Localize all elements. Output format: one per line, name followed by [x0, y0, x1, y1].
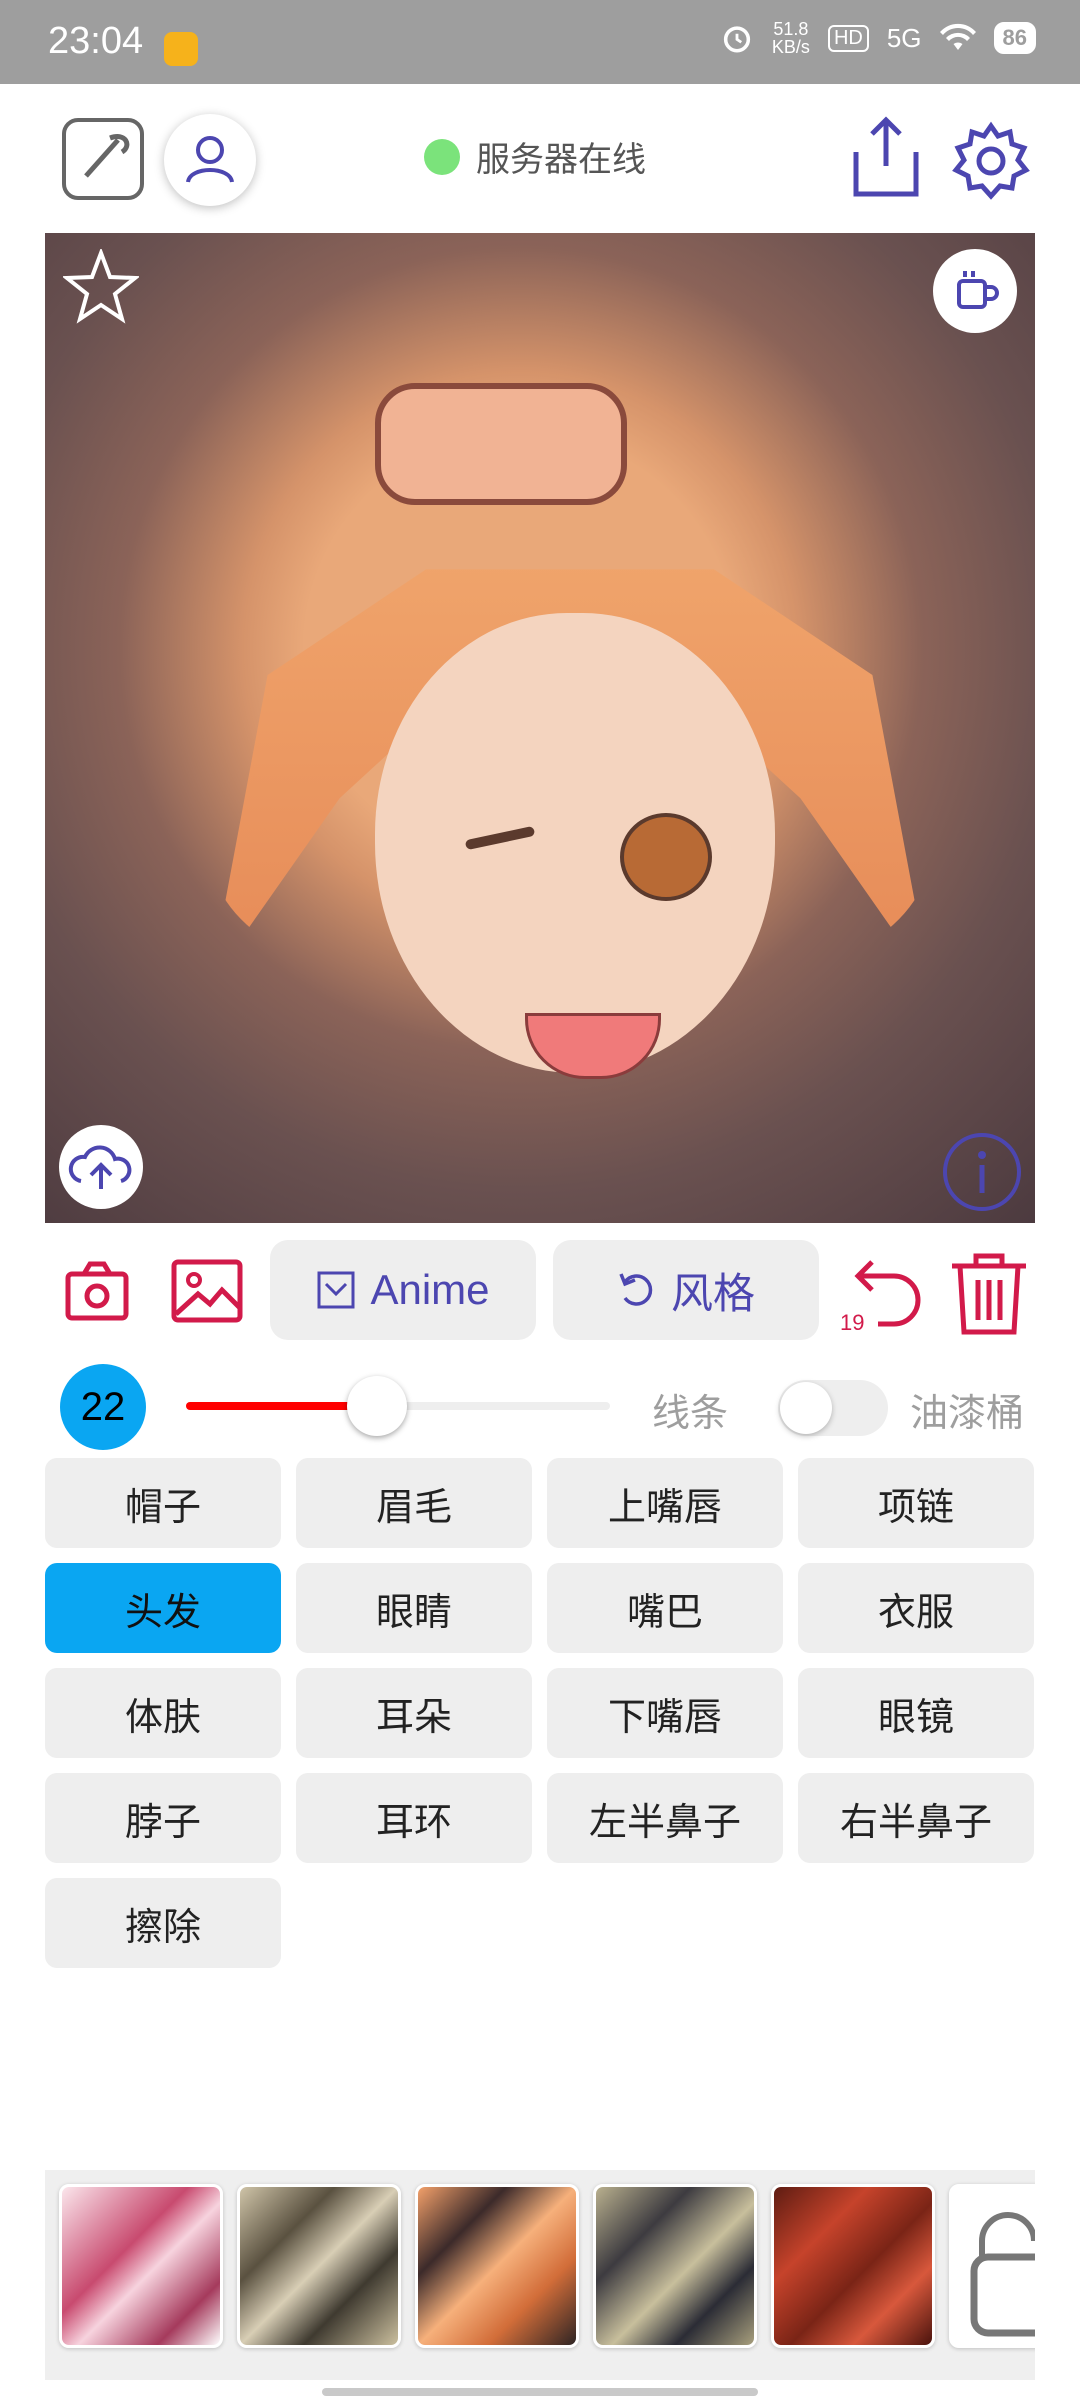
cup-icon	[957, 271, 999, 309]
part-chip[interactable]: 耳朵	[296, 1668, 532, 1758]
cup-button[interactable]	[933, 249, 1017, 333]
share-icon[interactable]	[850, 114, 922, 200]
brush-controls: 22 线条 油漆桶	[0, 1360, 1080, 1450]
camera-icon[interactable]	[64, 1258, 130, 1324]
texture-swatch[interactable]	[593, 2184, 757, 2348]
part-chip[interactable]: 右半鼻子	[798, 1773, 1034, 1863]
net-speed-value: 51.8	[773, 19, 809, 39]
edit-icon	[84, 134, 130, 178]
part-chip[interactable]: 下嘴唇	[547, 1668, 783, 1758]
hd-badge: HD	[827, 24, 869, 52]
upload-button[interactable]	[59, 1125, 143, 1209]
wifi-icon	[939, 23, 976, 50]
gear-icon[interactable]	[950, 120, 1032, 202]
texture-swatch[interactable]	[59, 2184, 223, 2348]
texture-swatch[interactable]	[237, 2184, 401, 2348]
canvas-face	[375, 613, 775, 1073]
canvas-hair-bow	[375, 383, 627, 505]
part-chip[interactable]: 眉毛	[296, 1458, 532, 1548]
line-label: 线条	[652, 1393, 729, 1435]
brush-size-badge: 22	[60, 1364, 146, 1450]
brush-size-thumb[interactable]	[347, 1376, 407, 1436]
star-icon[interactable]	[63, 249, 139, 325]
status-time: 23:04	[48, 20, 144, 62]
server-status: 服务器在线	[424, 132, 646, 181]
face-part-grid: 帽子 眉毛 上嘴唇 项链头发 眼睛 嘴巴 衣服体肤 耳朵 下嘴唇 眼镜脖子 耳环 左半鼻子 右半鼻子擦除	[45, 1458, 1035, 1968]
bucket-toggle[interactable]	[778, 1380, 888, 1436]
tool-row: Anime 风格 19	[0, 1240, 1080, 1350]
texture-swatch[interactable]	[771, 2184, 935, 2348]
home-indicator	[322, 2388, 758, 2396]
canvas-open-eye	[620, 813, 712, 901]
part-chip[interactable]: 嘴巴	[547, 1563, 783, 1653]
locked-texture[interactable]	[949, 2184, 1035, 2348]
lock-icon	[970, 2212, 1035, 2337]
user-button[interactable]	[164, 114, 256, 206]
net-speed: 51.8 KB/s	[772, 20, 810, 56]
anime-mode-button[interactable]: Anime	[270, 1240, 536, 1340]
info-icon[interactable]	[941, 1131, 1023, 1213]
user-icon	[186, 136, 234, 183]
refresh-icon	[619, 1273, 653, 1306]
mail-box-icon	[317, 1271, 355, 1309]
server-status-dot	[424, 138, 460, 175]
trash-icon[interactable]	[948, 1248, 1030, 1338]
cloud-upload-icon	[68, 1145, 132, 1189]
bucket-label: 油漆桶	[910, 1393, 1025, 1435]
part-chip[interactable]: 擦除	[45, 1878, 281, 1968]
part-chip[interactable]: 上嘴唇	[547, 1458, 783, 1548]
battery-level: 86	[993, 22, 1036, 54]
edit-button[interactable]	[62, 118, 144, 200]
top-bar: 服务器在线	[0, 84, 1080, 234]
bucket-toggle-knob	[780, 1382, 832, 1434]
part-chip[interactable]: 项链	[798, 1458, 1034, 1548]
part-chip[interactable]: 衣服	[798, 1563, 1034, 1653]
part-chip[interactable]: 眼睛	[296, 1563, 532, 1653]
texture-strip[interactable]	[45, 2170, 1035, 2380]
part-chip[interactable]: 帽子	[45, 1458, 281, 1548]
part-chip[interactable]: 眼镜	[798, 1668, 1034, 1758]
style-button[interactable]: 风格	[553, 1240, 819, 1340]
part-chip[interactable]: 脖子	[45, 1773, 281, 1863]
image-canvas[interactable]	[45, 233, 1035, 1223]
status-icons: 51.8 KB/s HD 5G 86	[720, 20, 1036, 56]
part-chip[interactable]: 体肤	[45, 1668, 281, 1758]
texture-swatch[interactable]	[415, 2184, 579, 2348]
image-icon[interactable]	[170, 1258, 244, 1324]
status-bar: 23:04 51.8 KB/s HD 5G 86	[0, 0, 1080, 84]
app-notification-icon	[164, 32, 198, 66]
anime-mode-label: Anime	[370, 1266, 490, 1313]
part-chip[interactable]: 耳环	[296, 1773, 532, 1863]
net-speed-unit: KB/s	[771, 37, 810, 57]
undo-count: 19	[840, 1310, 865, 1335]
alarm-icon	[723, 26, 751, 53]
network-type: 5G	[886, 22, 922, 53]
part-chip[interactable]: 左半鼻子	[547, 1773, 783, 1863]
part-chip[interactable]: 头发	[45, 1563, 281, 1653]
server-status-text: 服务器在线	[476, 141, 646, 179]
style-label: 风格	[670, 1269, 755, 1317]
